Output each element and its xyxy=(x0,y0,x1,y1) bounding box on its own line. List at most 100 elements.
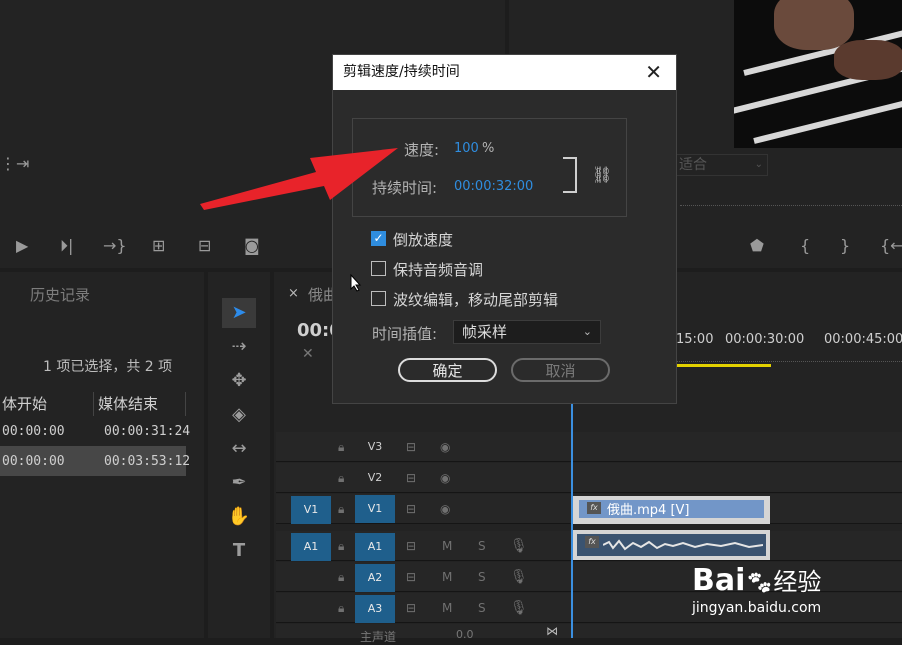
marker-icon[interactable]: ⋮ xyxy=(0,154,16,173)
track-target-v2[interactable]: V2 xyxy=(355,464,395,492)
ruler-label: 15:00 xyxy=(676,332,714,347)
program-video-frame xyxy=(734,0,902,148)
reverse-speed-label[interactable]: 倒放速度 xyxy=(393,229,453,250)
column-media-end[interactable]: 媒体结束 xyxy=(96,392,186,416)
pianist-hand xyxy=(834,40,902,80)
ruler-label: 00:00:45:00 xyxy=(824,332,902,347)
mute-button[interactable]: M xyxy=(442,539,452,553)
master-volume[interactable]: 0.0 xyxy=(456,628,474,641)
reverse-speed-checkbox[interactable]: ✓ xyxy=(371,231,386,246)
dialog-title: 剪辑速度/持续时间 xyxy=(333,55,676,90)
fit-label: 适合 xyxy=(679,157,707,173)
sync-lock-icon[interactable]: ⊟ xyxy=(406,471,416,485)
ripple-edit-checkbox[interactable] xyxy=(371,291,386,306)
lock-icon[interactable]: 🔒︎ xyxy=(338,440,344,455)
play-icon[interactable]: ▶ xyxy=(16,236,28,255)
lock-icon[interactable]: 🔒︎ xyxy=(338,539,344,554)
trim-icon[interactable]: ⇥ xyxy=(16,154,29,173)
pianist-hand xyxy=(774,0,854,50)
cancel-button[interactable]: 取消 xyxy=(511,358,610,382)
step-forward-icon[interactable]: ⏵| xyxy=(60,236,73,256)
timeline-ruler[interactable] xyxy=(676,356,902,362)
track-target-a3[interactable]: A3 xyxy=(355,595,395,623)
snap-icon[interactable]: ✕ xyxy=(302,346,314,362)
eye-icon[interactable]: ◉ xyxy=(440,440,450,454)
source-patch-v1[interactable]: V1 xyxy=(291,496,331,524)
sync-lock-icon[interactable]: ⊟ xyxy=(406,539,416,553)
maintain-pitch-label[interactable]: 保持音频音调 xyxy=(393,259,483,280)
track-target-v3[interactable]: V3 xyxy=(355,433,395,461)
ok-button[interactable]: 确定 xyxy=(398,358,497,382)
tab-history[interactable]: 历史记录 xyxy=(30,284,90,305)
brand-text: Bai xyxy=(692,563,746,598)
pen-tool-icon[interactable]: ✒ xyxy=(222,468,256,498)
lock-icon[interactable]: 🔒︎ xyxy=(338,502,344,517)
razor-tool-icon[interactable]: ◈ xyxy=(222,400,256,430)
ripple-edit-label[interactable]: 波纹编辑，移动尾部剪辑 xyxy=(393,289,558,310)
insert-icon[interactable]: ⊞ xyxy=(152,236,165,255)
column-media-start[interactable]: 体开始 xyxy=(0,392,94,416)
add-marker-icon[interactable]: ⬟ xyxy=(750,236,764,255)
sync-lock-icon[interactable]: ⊟ xyxy=(406,440,416,454)
go-to-in-icon[interactable]: {← xyxy=(880,236,902,255)
microphone-icon[interactable]: 🎙︎ xyxy=(510,569,528,585)
tab-close-icon[interactable]: × xyxy=(288,286,299,301)
mouse-cursor-icon xyxy=(350,274,362,292)
duration-value[interactable]: 00:00:32:00 xyxy=(454,179,533,194)
baidu-watermark-logo: Bai🐾︎经验 xyxy=(692,562,821,598)
solo-button[interactable]: S xyxy=(478,539,486,553)
overwrite-icon[interactable]: ⊟ xyxy=(198,236,211,255)
selection-tool-icon[interactable]: ➤ xyxy=(222,298,256,328)
video-clip[interactable]: fx 俄曲.mp4 [V] xyxy=(573,496,770,524)
mark-out-icon[interactable]: } xyxy=(840,236,850,255)
maintain-pitch-checkbox[interactable] xyxy=(371,261,386,276)
mute-button[interactable]: M xyxy=(442,601,452,615)
mark-in-icon[interactable]: { xyxy=(800,236,810,255)
go-to-end-icon[interactable]: ⋈ xyxy=(546,624,558,638)
fit-dropdown[interactable]: 适合 ⌄ xyxy=(676,154,768,176)
source-patch-a1[interactable]: A1 xyxy=(291,533,331,561)
brand-cn-text: 经验 xyxy=(773,568,822,596)
speed-label: 速度: xyxy=(404,141,440,159)
speed-value[interactable]: 100 xyxy=(454,141,479,156)
sync-lock-icon[interactable]: ⊟ xyxy=(406,601,416,615)
audio-waveform xyxy=(603,539,763,551)
work-area-bar[interactable] xyxy=(676,364,771,367)
sync-lock-icon[interactable]: ⊟ xyxy=(406,570,416,584)
close-icon[interactable]: ✕ xyxy=(645,55,662,90)
track-target-a2[interactable]: A2 xyxy=(355,564,395,592)
lock-icon[interactable]: 🔒︎ xyxy=(338,601,344,616)
audio-clip[interactable]: fx xyxy=(573,530,770,560)
camera-icon[interactable]: ◙ xyxy=(244,236,260,255)
lock-icon[interactable]: 🔒︎ xyxy=(338,471,344,486)
solo-button[interactable]: S xyxy=(478,570,486,584)
interpolation-value: 帧采样 xyxy=(462,323,508,341)
go-to-out-icon[interactable]: →} xyxy=(103,236,127,255)
paw-icon: 🐾︎ xyxy=(745,571,774,596)
watermark-url: jingyan.baidu.com xyxy=(692,600,822,616)
track-select-tool-icon[interactable]: ⇢ xyxy=(222,332,256,362)
solo-button[interactable]: S xyxy=(478,601,486,615)
interpolation-select[interactable]: 帧采样 ⌄ xyxy=(453,320,601,344)
eye-icon[interactable]: ◉ xyxy=(440,502,450,516)
playhead[interactable] xyxy=(571,400,573,638)
microphone-icon[interactable]: 🎙︎ xyxy=(510,600,528,616)
link-chain-icon[interactable]: ⛓ xyxy=(592,165,612,184)
hand-tool-icon[interactable]: ✋ xyxy=(222,502,256,532)
type-tool-icon[interactable]: T xyxy=(222,536,256,566)
track-target-a1[interactable]: A1 xyxy=(355,533,395,561)
microphone-icon[interactable]: 🎙︎ xyxy=(510,538,528,554)
mute-button[interactable]: M xyxy=(442,570,452,584)
sync-lock-icon[interactable]: ⊟ xyxy=(406,502,416,516)
eye-icon[interactable]: ◉ xyxy=(440,471,450,485)
master-label: 主声道 xyxy=(360,630,397,644)
ripple-edit-tool-icon[interactable]: ✥ xyxy=(222,366,256,396)
ruler-label: 00:00:30:00 xyxy=(725,332,805,347)
interpolation-label: 时间插值: xyxy=(372,325,438,343)
chevron-down-icon: ⌄ xyxy=(582,325,592,338)
fx-badge: fx xyxy=(585,536,599,548)
slip-tool-icon[interactable]: ↔ xyxy=(222,434,256,464)
track-target-v1[interactable]: V1 xyxy=(355,495,395,523)
clip-speed-dialog: 剪辑速度/持续时间 ✕ xyxy=(332,54,677,404)
lock-icon[interactable]: 🔒︎ xyxy=(338,570,344,585)
